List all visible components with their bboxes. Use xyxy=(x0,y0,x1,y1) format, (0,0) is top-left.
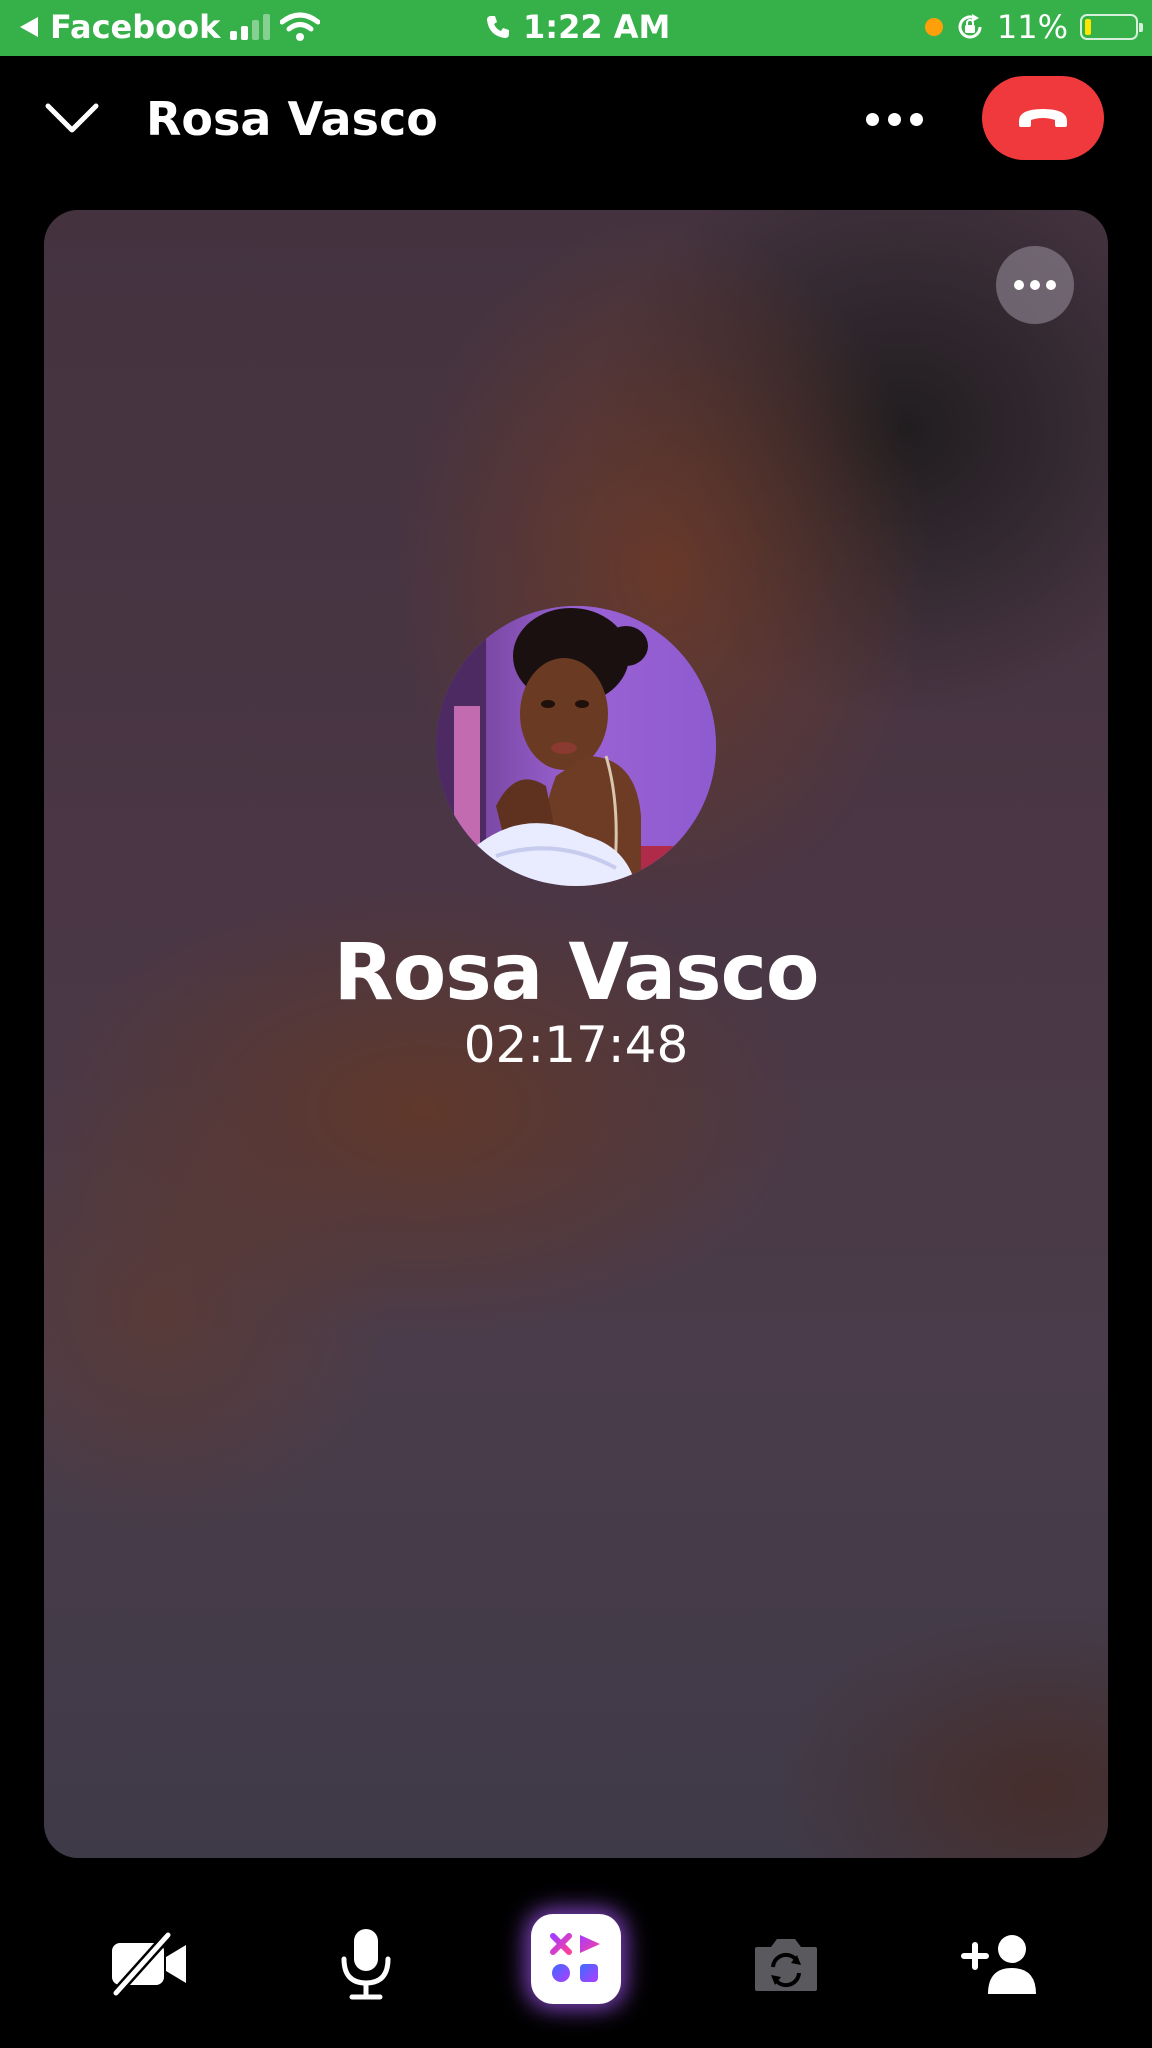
add-person-icon xyxy=(961,1935,1036,1994)
more-options-button[interactable] xyxy=(866,104,936,134)
battery-percent: 11% xyxy=(996,8,1068,46)
toggle-mic-button[interactable] xyxy=(316,1914,416,2014)
battery-icon xyxy=(1080,14,1143,40)
tile-more-button[interactable] xyxy=(996,246,1074,324)
effects-button[interactable] xyxy=(531,1914,621,2004)
profile-photo xyxy=(436,606,716,886)
cellular-signal-icon xyxy=(230,14,271,40)
contact-avatar xyxy=(436,606,716,886)
dot xyxy=(866,112,879,126)
call-title: Rosa Vasco xyxy=(146,92,438,146)
end-call-icon xyxy=(1019,109,1067,127)
end-call-button[interactable] xyxy=(982,76,1104,160)
toggle-video-button[interactable] xyxy=(100,1914,200,2014)
mic-in-use-indicator xyxy=(924,18,943,36)
back-arrow-icon xyxy=(20,17,38,37)
back-app-label[interactable]: Facebook xyxy=(50,8,220,46)
add-participant-button[interactable] xyxy=(952,1914,1052,2014)
microphone-icon xyxy=(341,1929,391,2000)
dot xyxy=(1046,280,1056,290)
flip-camera-icon xyxy=(755,1939,817,1991)
clock: 1:22 AM xyxy=(523,8,671,46)
chevron-down-icon[interactable] xyxy=(42,98,102,138)
status-bar-right: 11% xyxy=(924,8,1143,46)
dot xyxy=(1030,280,1040,290)
status-bar: Facebook 1:22 AM 11% xyxy=(0,0,1152,56)
contact-name: Rosa Vasco xyxy=(333,928,820,1018)
call-controls xyxy=(0,1900,1152,2020)
phone-icon xyxy=(487,16,509,38)
call-header: Rosa Vasco xyxy=(0,56,1152,176)
status-bar-left[interactable]: Facebook xyxy=(18,8,321,46)
wifi-icon xyxy=(280,12,321,41)
orientation-lock-icon xyxy=(958,14,982,39)
status-bar-center: 1:22 AM xyxy=(485,8,670,46)
participant-tile: Rosa Vasco 02:17:48 xyxy=(44,210,1108,1858)
call-duration: 02:17:48 xyxy=(463,1016,689,1074)
video-off-icon xyxy=(111,1930,186,1998)
flip-camera-button[interactable] xyxy=(736,1914,836,2014)
effects-icon xyxy=(550,1933,600,1982)
dot xyxy=(910,112,923,126)
dot xyxy=(888,112,901,126)
dot xyxy=(1014,280,1024,290)
